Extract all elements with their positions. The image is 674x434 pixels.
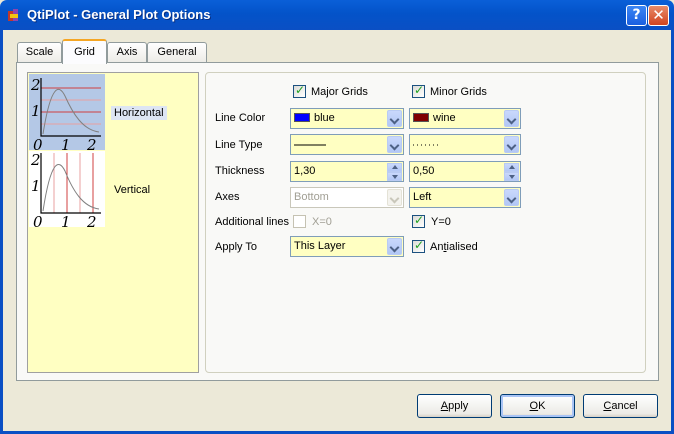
line-color-label: Line Color [215,112,266,124]
list-item-vertical[interactable]: 2 1 0 1 2 Vertical [28,150,198,227]
major-grids-label: Major Grids [311,86,368,98]
tick-y-2: 2 [30,151,41,169]
tick-y-2: 2 [30,76,41,94]
minor-thickness-value: 0,50 [413,165,435,177]
spin-down-icon[interactable] [387,172,402,181]
tab-grid[interactable]: Grid [62,39,107,64]
minor-grids-label: Minor Grids [430,86,487,98]
window-title: QtiPlot - General Plot Options [27,7,211,22]
major-thickness-spinbox[interactable]: 1,30 [290,161,404,182]
tick-x-0: 0 [33,213,43,227]
check-mark-icon: ✓ [414,83,425,97]
apply-button[interactable]: Apply [417,394,492,418]
axes-label: Axes [215,191,240,203]
antialiased-checkbox[interactable]: ✓ [412,238,425,253]
spin-up-icon[interactable] [504,163,519,172]
thickness-label: Thickness [215,165,265,177]
tick-y-1: 1 [31,102,41,120]
major-color-value: blue [314,112,335,124]
spin-down-icon[interactable] [504,172,519,181]
x0-checkbox [293,215,306,228]
title-bar: QtiPlot - General Plot Options ? ✕ [0,0,674,30]
chevron-down-icon[interactable] [504,136,519,153]
check-mark-icon: ✓ [295,83,306,97]
apply-to-label: Apply To [215,241,257,253]
window-frame-left [0,30,3,434]
dotted-line-sample [413,144,439,146]
color-swatch [294,113,310,122]
minor-line-color-select[interactable]: wine [409,108,521,129]
list-item-horizontal[interactable]: 2 1 0 1 2 Horizontal [28,73,198,150]
vertical-grid-thumbnail: 2 1 0 1 2 [29,151,105,227]
y0-checkbox[interactable]: ✓ [412,213,425,228]
major-line-color-select[interactable]: blue [290,108,404,129]
solid-line-sample [294,144,326,146]
major-axes-value: Bottom [294,191,329,203]
grid-orientation-list[interactable]: 2 1 0 1 2 Horizontal 2 1 0 1 2 Vertical [27,72,199,373]
close-button[interactable]: ✕ [648,5,669,26]
apply-to-select[interactable]: This Layer [290,236,404,257]
chevron-down-icon[interactable] [504,189,519,206]
major-line-type-select[interactable] [290,134,404,155]
ok-button[interactable]: OK [500,394,575,418]
tick-x-1: 1 [61,136,71,150]
minor-axes-value: Left [413,191,432,203]
tick-x-1: 1 [61,213,71,227]
tab-general[interactable]: General [147,42,207,63]
list-item-label: Horizontal [111,106,167,120]
tab-axis[interactable]: Axis [107,42,147,63]
line-type-label: Line Type [215,139,263,151]
spin-up-icon[interactable] [387,163,402,172]
chevron-down-icon[interactable] [387,238,402,255]
horizontal-grid-thumbnail: 2 1 0 1 2 [29,74,105,150]
minor-line-type-select[interactable] [409,134,521,155]
tick-x-0: 0 [33,136,43,150]
tab-scale[interactable]: Scale [17,42,62,63]
tick-y-1: 1 [31,177,41,195]
apply-to-value: This Layer [294,240,346,252]
minor-axes-select[interactable]: Left [409,187,521,208]
check-mark-icon: ✓ [414,238,425,252]
major-axes-select: Bottom [290,187,404,208]
tick-x-2: 2 [86,213,97,227]
minor-grids-checkbox[interactable]: ✓ [412,83,425,98]
chevron-down-icon[interactable] [504,110,519,127]
minor-thickness-spinbox[interactable]: 0,50 [409,161,521,182]
x0-label: X=0 [312,216,332,228]
check-mark-icon: ✓ [414,213,425,227]
chevron-down-icon[interactable] [387,110,402,127]
additional-lines-label: Additional lines [215,216,289,228]
cancel-button[interactable]: Cancel [583,394,658,418]
major-grids-checkbox[interactable]: ✓ [293,83,306,98]
antialiased-label: Antialised [430,241,478,253]
list-item-label: Vertical [114,184,151,196]
qtiplot-app-icon [8,9,18,21]
chevron-down-icon [387,189,402,206]
help-button[interactable]: ? [626,5,647,26]
tick-x-2: 2 [86,136,97,150]
y0-label: Y=0 [431,216,451,228]
color-swatch [413,113,429,122]
minor-color-value: wine [433,112,456,124]
major-thickness-value: 1,30 [294,165,316,177]
chevron-down-icon[interactable] [387,136,402,153]
